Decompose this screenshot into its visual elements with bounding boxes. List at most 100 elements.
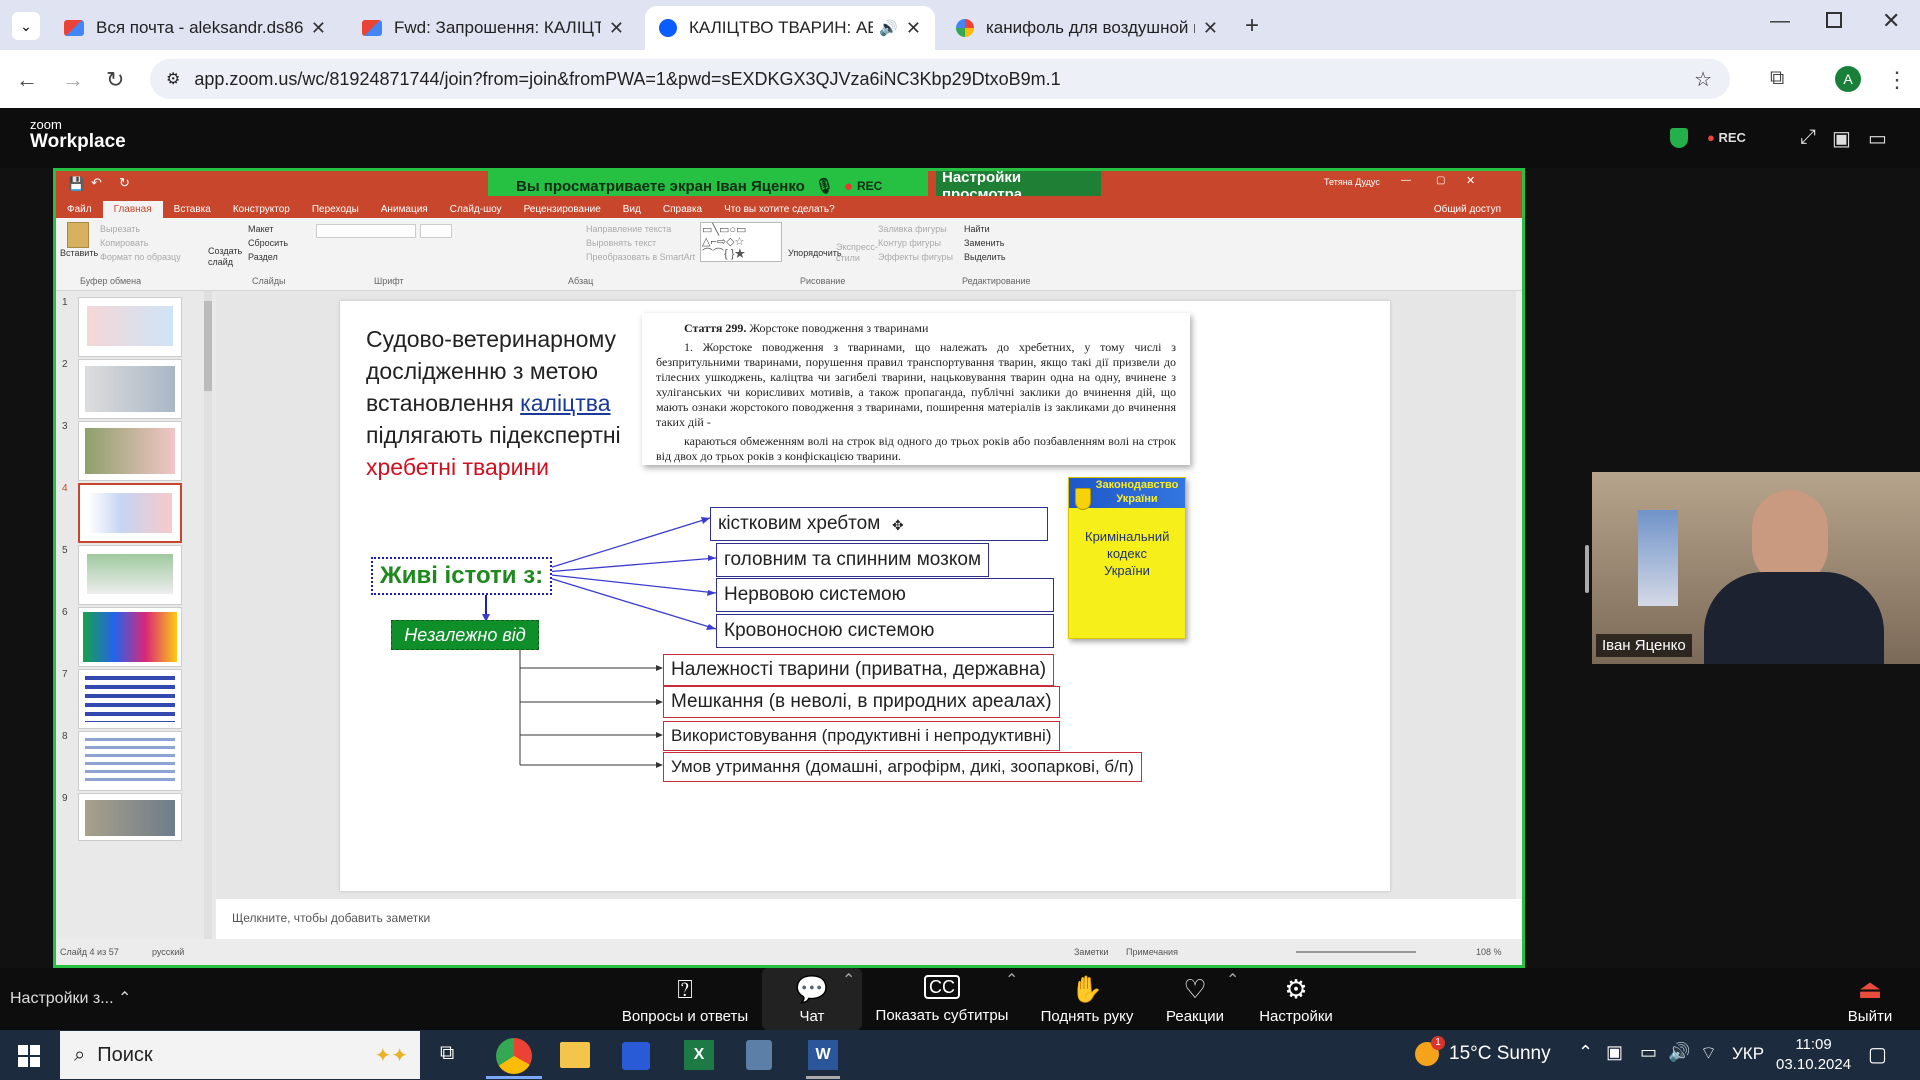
menu-icon[interactable]: ⋮ bbox=[1886, 67, 1908, 93]
new-tab-button[interactable]: + bbox=[1245, 12, 1259, 40]
ppt-tab-design[interactable]: Конструктор bbox=[222, 201, 301, 218]
minimize-button[interactable]: — bbox=[1770, 10, 1790, 33]
comments-toggle[interactable]: Примечания bbox=[1126, 947, 1178, 957]
slide-scrollbar[interactable] bbox=[1516, 291, 1522, 899]
ppt-restore-icon[interactable]: ▢ bbox=[1436, 175, 1445, 186]
ppt-tab-review[interactable]: Рецензирование bbox=[513, 201, 612, 218]
undo-icon[interactable]: ↶ bbox=[91, 175, 102, 191]
gallery-icon[interactable]: ▭ bbox=[1868, 126, 1887, 151]
tab-zoom-meeting[interactable]: КАЛІЦТВО ТВАРИН: АВТОР 🔊 ✕ bbox=[645, 6, 935, 50]
tab-search-button[interactable]: ⌄ bbox=[12, 12, 40, 40]
ppt-tab-home[interactable]: Главная bbox=[102, 201, 163, 218]
restore-button[interactable] bbox=[1826, 12, 1842, 28]
ppt-tab-slideshow[interactable]: Слайд-шоу bbox=[439, 201, 513, 218]
format-painter-button[interactable]: Формат по образцу bbox=[100, 250, 181, 264]
slide-thumbnail-current[interactable] bbox=[78, 483, 182, 543]
font-name-box[interactable] bbox=[316, 224, 416, 238]
url-text[interactable]: app.zoom.us/wc/81924871744/join?from=joi… bbox=[194, 69, 1060, 90]
taskbar-search[interactable]: ⌕ Поиск ✦✦ bbox=[60, 1031, 420, 1079]
notifications-icon[interactable]: ▢ bbox=[1868, 1042, 1887, 1067]
input-language[interactable]: УКР bbox=[1732, 1044, 1764, 1064]
chevron-up-icon[interactable]: ⌃ bbox=[842, 970, 855, 990]
chevron-up-icon[interactable]: ⌃ bbox=[1578, 1042, 1593, 1063]
meeting-settings-menu[interactable]: Настройки з... ⌃ bbox=[10, 988, 131, 1008]
select-button[interactable]: Выделить bbox=[964, 250, 1006, 264]
find-button[interactable]: Найти bbox=[964, 222, 1006, 236]
wifi-icon[interactable]: ⌔ bbox=[1700, 1042, 1717, 1065]
back-icon[interactable]: ← bbox=[16, 67, 38, 93]
quick-styles-button[interactable]: Экспресс-стили bbox=[836, 242, 878, 264]
slide-thumbnail[interactable] bbox=[78, 793, 182, 841]
slide-thumbnail[interactable] bbox=[78, 669, 182, 729]
reset-button[interactable]: Сбросить bbox=[248, 236, 288, 250]
language-indicator[interactable]: русский bbox=[152, 947, 184, 957]
close-icon[interactable]: ✕ bbox=[906, 18, 921, 39]
address-bar[interactable]: ⚙ app.zoom.us/wc/81924871744/join?from=j… bbox=[150, 59, 1730, 99]
tab-gmail-fwd[interactable]: Fwd: Запрошення: КАЛІЦТВО Т ✕ bbox=[348, 6, 638, 50]
speaker-icon[interactable]: 🔊 bbox=[879, 19, 898, 37]
shape-fill-button[interactable]: Заливка фигуры bbox=[878, 222, 953, 236]
chevron-up-icon[interactable]: ⌃ bbox=[1226, 970, 1239, 990]
zoom-percent[interactable]: 108 % bbox=[1476, 947, 1502, 957]
section-button[interactable]: Раздел bbox=[248, 250, 288, 264]
slide-thumbnail[interactable] bbox=[78, 359, 182, 419]
slide-thumbnail[interactable] bbox=[78, 297, 182, 357]
view-icon[interactable]: ▣ bbox=[1832, 126, 1851, 151]
fullscreen-icon[interactable]: ⤢ bbox=[1800, 126, 1816, 149]
qa-button[interactable]: ⍰ Вопросы и ответы bbox=[615, 968, 755, 1030]
shape-effects-button[interactable]: Эффекты фигуры bbox=[878, 250, 953, 264]
save-icon[interactable]: 💾 bbox=[68, 176, 84, 192]
word-taskbar-icon[interactable]: W bbox=[808, 1040, 838, 1070]
slide-canvas[interactable]: Судово-ветеринарному дослідженню з метою… bbox=[340, 301, 1390, 891]
ppt-tab-file[interactable]: Файл bbox=[56, 201, 103, 218]
slide-thumbnail[interactable] bbox=[78, 607, 182, 667]
ppt-minimize-icon[interactable]: — bbox=[1401, 175, 1411, 186]
ppt-tab-transitions[interactable]: Переходы bbox=[301, 201, 370, 218]
calculator-taskbar-icon[interactable] bbox=[746, 1040, 772, 1070]
close-window-button[interactable]: ✕ bbox=[1882, 8, 1900, 34]
text-direction-button[interactable]: Направление текста bbox=[586, 222, 695, 236]
extensions-icon[interactable]: ⧉ bbox=[1770, 67, 1784, 90]
layout-button[interactable]: Макет bbox=[248, 222, 288, 236]
chrome-taskbar-icon[interactable] bbox=[496, 1038, 532, 1074]
ppt-tab-help[interactable]: Справка bbox=[652, 201, 713, 218]
tab-google-search[interactable]: канифоль для воздушной гим ✕ bbox=[942, 6, 1232, 50]
smartart-button[interactable]: Преобразовать в SmartArt bbox=[586, 250, 695, 264]
save-app-taskbar-icon[interactable] bbox=[622, 1042, 650, 1070]
chevron-up-icon[interactable]: ⌃ bbox=[1005, 970, 1018, 990]
forward-icon[interactable]: → bbox=[62, 67, 84, 93]
close-icon[interactable]: ✕ bbox=[1203, 18, 1218, 39]
copy-button[interactable]: Копировать bbox=[100, 236, 181, 250]
notes-toggle[interactable]: Заметки bbox=[1074, 947, 1108, 957]
meet-now-icon[interactable]: ▣ bbox=[1606, 1042, 1623, 1063]
ppt-share-button[interactable]: Общий доступ bbox=[1423, 201, 1512, 218]
shapes-gallery[interactable]: ▭╲▭○▭ △⌐⇨◇☆ ⌒⌒{ }★ bbox=[700, 222, 782, 262]
clock[interactable]: 11:09 03.10.2024 bbox=[1776, 1035, 1851, 1075]
profile-avatar[interactable]: A bbox=[1835, 66, 1861, 92]
font-size-box[interactable] bbox=[420, 224, 452, 238]
close-icon[interactable]: ✕ bbox=[311, 18, 326, 39]
replace-button[interactable]: Заменить bbox=[964, 236, 1006, 250]
weather-widget[interactable]: 1 15°C Sunny bbox=[1415, 1036, 1551, 1066]
leave-button[interactable]: ⏏ Выйти bbox=[1840, 968, 1900, 1030]
thumbs-scrollbar[interactable] bbox=[204, 291, 212, 939]
volume-icon[interactable]: 🔊 bbox=[1668, 1042, 1690, 1063]
new-slide-button[interactable]: Создать слайд bbox=[208, 246, 242, 268]
excel-taskbar-icon[interactable]: X bbox=[684, 1040, 714, 1070]
slide-thumbnail[interactable] bbox=[78, 421, 182, 481]
participant-video[interactable]: Іван Яценко bbox=[1592, 472, 1920, 664]
reload-icon[interactable]: ↻ bbox=[106, 67, 124, 93]
ppt-tab-insert[interactable]: Вставка bbox=[163, 201, 222, 218]
ppt-tab-view[interactable]: Вид bbox=[612, 201, 652, 218]
captions-button[interactable]: CC Показать субтитры bbox=[872, 968, 1012, 1030]
redo-icon[interactable]: ↻ bbox=[119, 175, 130, 191]
explorer-taskbar-icon[interactable] bbox=[560, 1042, 590, 1068]
close-icon[interactable]: ✕ bbox=[609, 18, 624, 39]
cut-button[interactable]: Вырезать bbox=[100, 222, 181, 236]
task-view-icon[interactable]: ⧉ bbox=[440, 1042, 454, 1065]
align-text-button[interactable]: Выровнять текст bbox=[586, 236, 695, 250]
start-button[interactable] bbox=[18, 1045, 40, 1067]
raise-hand-button[interactable]: ✋ Поднять руку bbox=[1032, 968, 1142, 1030]
shape-outline-button[interactable]: Контур фигуры bbox=[878, 236, 953, 250]
ppt-close-icon[interactable]: ✕ bbox=[1466, 174, 1475, 187]
